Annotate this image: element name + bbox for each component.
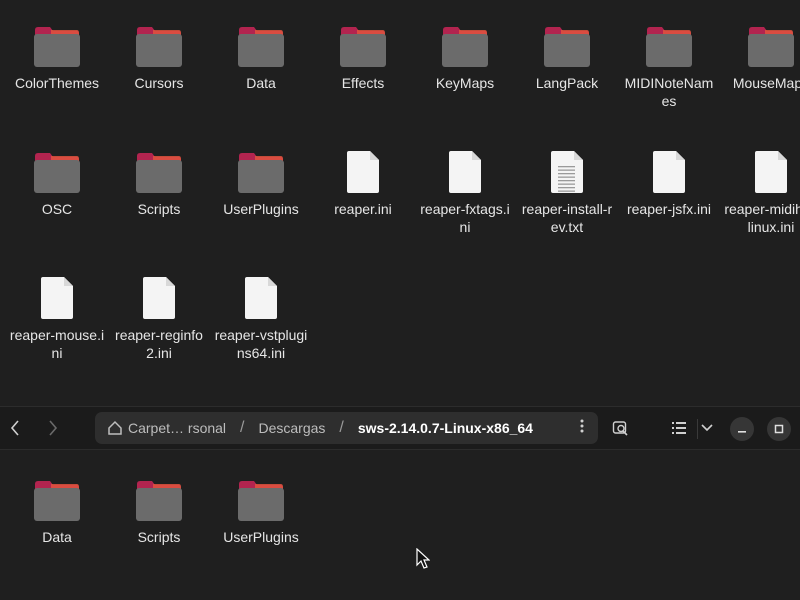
top-file-grid: ColorThemes Cursors Data Effects KeyMaps… [0,0,800,406]
header-bar: Carpet… rsonal / Descargas / sws-2.14.0.… [0,406,800,450]
file-item[interactable]: reaper.ini [312,144,414,218]
item-label: Cursors [134,75,184,91]
chevron-right-icon [49,420,58,436]
forward-button[interactable] [40,415,66,441]
item-label: KeyMaps [435,75,495,91]
folder-item[interactable]: MIDINoteNames [618,18,720,110]
folder-icon [32,144,82,194]
breadcrumb-separator: / [339,419,344,436]
folder-icon [134,18,184,68]
folder-item[interactable]: Scripts [108,144,210,218]
list-view-icon [672,422,686,434]
folder-icon [236,144,286,194]
breadcrumb-separator: / [240,419,245,436]
mouse-pointer-icon [416,548,430,569]
item-label: MIDINoteNames [624,75,714,109]
folder-icon [236,18,286,68]
search-icon [612,421,628,436]
folder-icon [236,472,286,522]
folder-icon [134,144,184,194]
folder-item[interactable]: Cursors [108,18,210,92]
item-label: UserPlugins [223,529,299,545]
file-icon [746,144,796,194]
item-label: Data [42,529,72,545]
file-item[interactable]: reaper-mouse.ini [6,270,108,362]
item-label: Scripts [137,201,181,217]
item-label: OSC [41,201,73,217]
file-icon [644,144,694,194]
bottom-file-grid: Data Scripts UserPlugins [0,450,800,600]
folder-item[interactable]: OSC [6,144,108,218]
file-icon [32,270,82,320]
breadcrumb-descargas[interactable]: Descargas [259,420,326,436]
folder-item[interactable]: Effects [312,18,414,92]
folder-item[interactable]: KeyMaps [414,18,516,92]
folder-icon [542,18,592,68]
folder-item[interactable]: UserPlugins [210,144,312,218]
breadcrumb-home[interactable]: Carpet… rsonal [128,420,226,436]
file-icon [440,144,490,194]
folder-item[interactable]: ColorThemes [6,18,108,92]
folder-icon [644,18,694,68]
maximize-button[interactable] [767,417,791,441]
folder-icon [32,472,82,522]
back-button[interactable] [2,415,28,441]
folder-icon [32,18,82,68]
file-icon [134,270,184,320]
chevron-left-icon [10,420,19,436]
file-item[interactable]: reaper-install-rev.txt [516,144,618,236]
search-button[interactable] [608,415,634,441]
folder-item[interactable]: Data [210,18,312,92]
item-label: LangPack [535,75,599,91]
item-label: reaper-mouse.ini [9,327,105,361]
file-icon [338,144,388,194]
minimize-button[interactable] [730,417,754,441]
file-item[interactable]: reaper-fxtags.ini [414,144,516,236]
item-label: reaper-jsfx.ini [626,201,712,217]
item-label: reaper-install-rev.txt [521,201,613,235]
maximize-icon [774,424,784,434]
folder-icon [338,18,388,68]
item-label: Effects [341,75,385,91]
item-label: reaper-vstplugins64.ini [214,327,308,361]
file-item[interactable]: reaper-vstplugins64.ini [210,270,312,362]
vertical-dots-icon [580,419,584,432]
file-item[interactable]: reaper-midihw-linux.ini [720,144,800,236]
folder-item[interactable]: Scripts [108,472,210,546]
home-icon [108,420,122,435]
item-label: reaper-midihw-linux.ini [724,201,800,235]
chevron-down-icon [701,424,713,432]
text-file-icon [542,144,592,194]
path-menu-button[interactable] [580,419,584,438]
item-label: ColorThemes [14,75,100,91]
folder-item[interactable]: UserPlugins [210,472,312,546]
item-label: UserPlugins [223,201,299,217]
item-label: MouseMaps [732,75,800,91]
folder-icon [134,472,184,522]
path-bar[interactable]: Carpet… rsonal / Descargas / sws-2.14.0.… [95,412,598,444]
file-item[interactable]: reaper-jsfx.ini [618,144,720,218]
item-label: Scripts [137,529,181,545]
item-label: reaper.ini [334,201,392,217]
minimize-icon [738,431,746,433]
folder-icon [440,18,490,68]
file-item[interactable]: reaper-reginfo2.ini [108,270,210,362]
folder-item[interactable]: LangPack [516,18,618,92]
folder-item[interactable]: Data [6,472,108,546]
file-icon [236,270,286,320]
item-label: Data [246,75,276,91]
view-mode-button[interactable] [666,415,692,441]
view-options-button[interactable] [694,415,720,441]
item-label: reaper-reginfo2.ini [115,327,203,361]
item-label: reaper-fxtags.ini [420,201,510,235]
folder-item[interactable]: MouseMaps [720,18,800,92]
breadcrumb-current[interactable]: sws-2.14.0.7-Linux-x86_64 [358,420,533,436]
folder-icon [746,18,796,68]
